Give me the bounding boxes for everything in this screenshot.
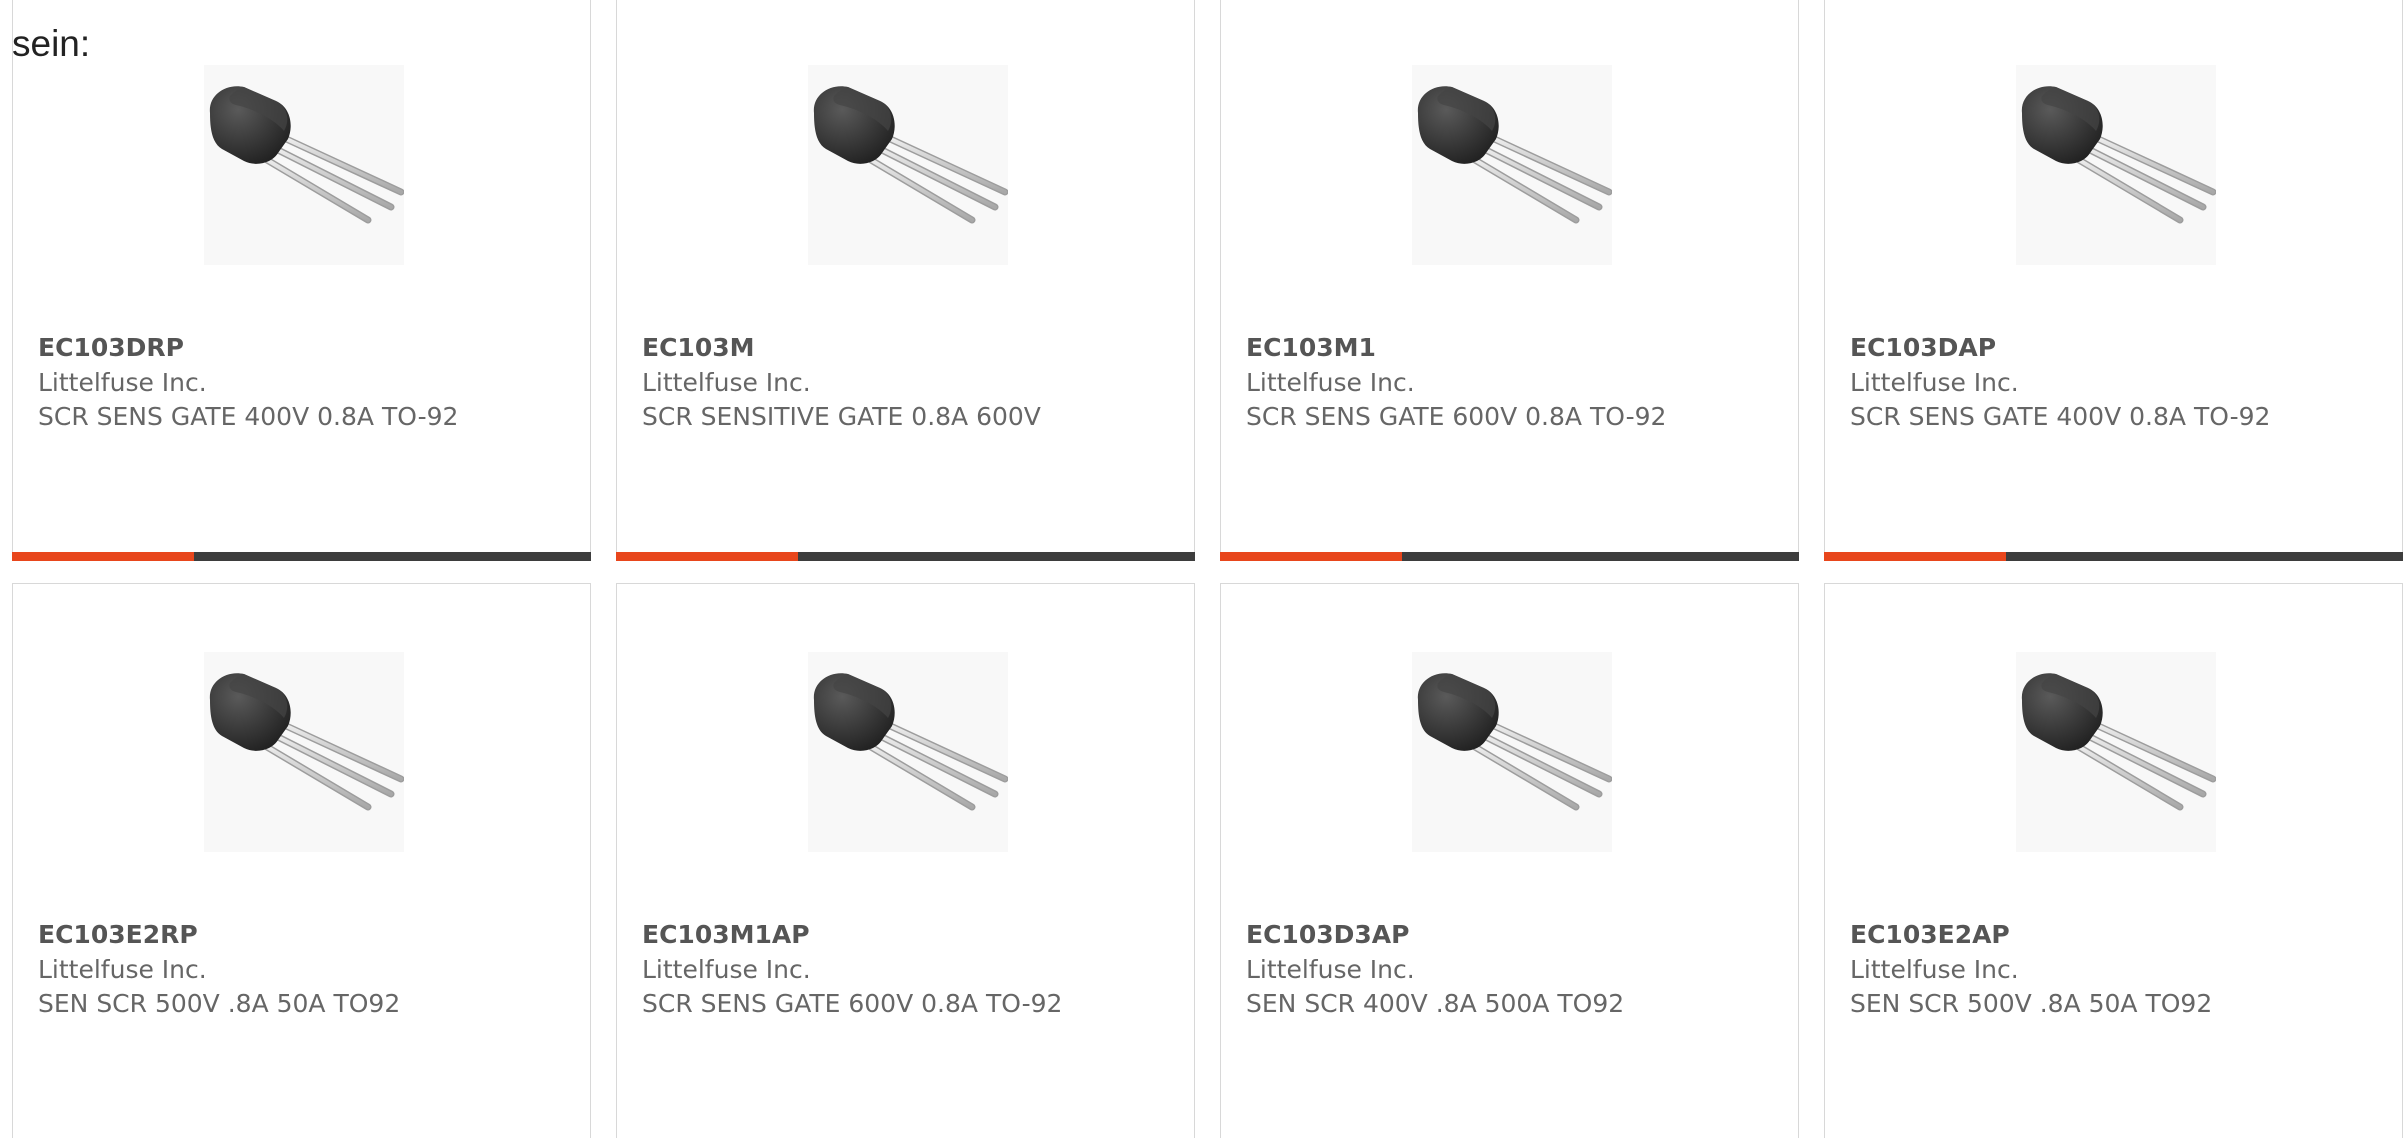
card-bar-accent xyxy=(1219,551,1402,561)
card-bottom-bar xyxy=(1823,551,2403,561)
product-description: SCR SENS GATE 600V 0.8A TO-92 xyxy=(1246,402,1667,431)
product-description: SCR SENS GATE 600V 0.8A TO-92 xyxy=(642,989,1063,1018)
product-card[interactable]: EC103M1AP Littelfuse Inc. SCR SENS GATE … xyxy=(616,583,1195,1138)
to92-transistor-icon xyxy=(2021,86,2216,224)
to92-transistor-icon xyxy=(209,673,404,811)
part-number-link[interactable]: EC103D3AP xyxy=(1246,920,1409,949)
part-number-link[interactable]: EC103M1AP xyxy=(642,920,810,949)
product-image[interactable] xyxy=(1412,652,1612,852)
part-number-link[interactable]: EC103DRP xyxy=(38,333,184,362)
product-image[interactable] xyxy=(204,65,404,265)
product-image[interactable] xyxy=(2016,65,2216,265)
product-description: SEN SCR 500V .8A 50A TO92 xyxy=(38,989,401,1018)
part-number-link[interactable]: EC103M1 xyxy=(1246,333,1376,362)
part-number-link[interactable]: EC103E2AP xyxy=(1850,920,2010,949)
product-card[interactable]: EC103E2AP Littelfuse Inc. SEN SCR 500V .… xyxy=(1824,583,2403,1138)
product-description: SCR SENSITIVE GATE 0.8A 600V xyxy=(642,402,1041,431)
to92-transistor-icon xyxy=(813,673,1008,811)
product-image[interactable] xyxy=(2016,652,2216,852)
product-description: SCR SENS GATE 400V 0.8A TO-92 xyxy=(1850,402,2271,431)
card-bottom-bar xyxy=(1219,551,1799,561)
to92-transistor-icon xyxy=(813,86,1008,224)
product-image[interactable] xyxy=(204,652,404,852)
part-number-link[interactable]: EC103E2RP xyxy=(38,920,198,949)
manufacturer-name: Littelfuse Inc. xyxy=(642,955,811,984)
part-number-link[interactable]: EC103DAP xyxy=(1850,333,1996,362)
product-grid-page: sein: EC103DRP Littelfuse Inc. SCR SENS … xyxy=(0,0,2405,1138)
part-number-link[interactable]: EC103M xyxy=(642,333,755,362)
intro-text: sein: xyxy=(12,23,91,64)
to92-transistor-icon xyxy=(209,86,404,224)
product-description: SEN SCR 400V .8A 500A TO92 xyxy=(1246,989,1625,1018)
manufacturer-name: Littelfuse Inc. xyxy=(38,368,207,397)
card-bar-accent xyxy=(11,551,194,561)
to92-transistor-icon xyxy=(1417,86,1612,224)
card-bar-accent xyxy=(1823,551,2006,561)
to92-transistor-icon xyxy=(2021,673,2216,811)
product-card[interactable]: EC103DRP Littelfuse Inc. SCR SENS GATE 4… xyxy=(11,0,591,561)
product-card[interactable]: EC103E2RP Littelfuse Inc. SEN SCR 500V .… xyxy=(12,583,591,1138)
product-image[interactable] xyxy=(1412,65,1612,265)
to92-transistor-icon xyxy=(1417,673,1612,811)
manufacturer-name: Littelfuse Inc. xyxy=(1246,368,1415,397)
product-image[interactable] xyxy=(808,652,1008,852)
card-bar-accent xyxy=(615,551,798,561)
product-card[interactable]: EC103DAP Littelfuse Inc. SCR SENS GATE 4… xyxy=(1823,0,2403,561)
manufacturer-name: Littelfuse Inc. xyxy=(38,955,207,984)
product-image[interactable] xyxy=(808,65,1008,265)
product-card[interactable]: EC103D3AP Littelfuse Inc. SEN SCR 400V .… xyxy=(1220,583,1799,1138)
card-bottom-bar xyxy=(615,551,1195,561)
product-card[interactable]: EC103M Littelfuse Inc. SCR SENSITIVE GAT… xyxy=(615,0,1195,561)
product-card[interactable]: EC103M1 Littelfuse Inc. SCR SENS GATE 60… xyxy=(1219,0,1799,561)
product-description: SCR SENS GATE 400V 0.8A TO-92 xyxy=(38,402,459,431)
manufacturer-name: Littelfuse Inc. xyxy=(642,368,811,397)
manufacturer-name: Littelfuse Inc. xyxy=(1850,955,2019,984)
product-description: SEN SCR 500V .8A 50A TO92 xyxy=(1850,989,2213,1018)
manufacturer-name: Littelfuse Inc. xyxy=(1850,368,2019,397)
card-bottom-bar xyxy=(11,551,591,561)
manufacturer-name: Littelfuse Inc. xyxy=(1246,955,1415,984)
